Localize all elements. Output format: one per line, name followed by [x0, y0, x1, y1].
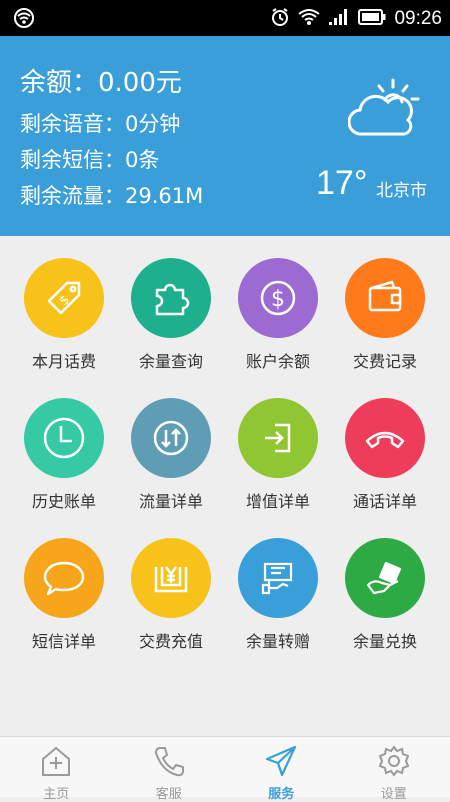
nav-customer-service-label: 客服 — [113, 783, 226, 802]
home-add-icon — [39, 762, 73, 781]
grid-item-call-detail[interactable]: 通话详单 — [332, 398, 438, 528]
grid-item-label: 交费充值 — [118, 628, 224, 652]
city-name: 北京市 — [376, 176, 427, 201]
grid-item-label: 短信详单 — [11, 628, 117, 652]
grid-item-payment-records[interactable]: 交费记录 — [332, 258, 438, 388]
grid-item-label: 流量详单 — [118, 488, 224, 512]
phone-icon — [345, 398, 425, 478]
send-icon — [264, 762, 298, 781]
alarm-icon — [270, 7, 290, 31]
nav-settings-label: 设置 — [338, 783, 450, 802]
battery-icon — [358, 8, 386, 30]
signal-icon — [328, 8, 350, 30]
grid-item-balance-query[interactable]: 余量查询 — [118, 258, 224, 388]
yuan-payment-icon — [131, 538, 211, 618]
wifi-signal-icon — [298, 8, 320, 30]
clock-time: 09:26 — [394, 8, 442, 30]
wifi-icon — [12, 8, 36, 32]
login-door-icon — [238, 398, 318, 478]
grid-item-label: 本月话费 — [11, 348, 117, 372]
dollar-icon: $ — [238, 258, 318, 338]
wallet-icon — [345, 258, 425, 338]
grid-item-monthly-bill[interactable]: $ 本月话费 — [11, 258, 117, 388]
grid-item-balance-gift[interactable]: 余量转赠 — [225, 538, 331, 668]
status-bar: 09:26 — [0, 0, 450, 36]
puzzle-icon — [131, 258, 211, 338]
grid-item-recharge[interactable]: 交费充值 — [118, 538, 224, 668]
data-transfer-icon — [131, 398, 211, 478]
grid-item-account-balance[interactable]: $ 账户余额 — [225, 258, 331, 388]
grid-item-bill-history[interactable]: 历史账单 — [11, 398, 117, 528]
grid-item-label: 通话详单 — [332, 488, 438, 512]
exchange-hand-icon — [345, 538, 425, 618]
svg-text:$: $ — [57, 292, 73, 308]
clock-icon — [24, 398, 104, 478]
nav-customer-service[interactable]: 客服 — [113, 737, 226, 797]
grid-item-sms-detail[interactable]: 短信详单 — [11, 538, 117, 668]
account-summary-header: 余额：0.00元 剩余语音：0分钟 剩余短信：0条 剩余流量：29.61M 17… — [0, 36, 450, 236]
nav-service-label: 服务 — [225, 783, 338, 802]
grid-item-label: 余量转赠 — [225, 628, 331, 652]
grid-item-label: 余量查询 — [118, 348, 224, 372]
bottom-navigation: 主页 客服 服务 — [0, 736, 450, 797]
grid-item-label: 账户余额 — [225, 348, 331, 372]
grid-item-value-added-detail[interactable]: 增值详单 — [225, 398, 331, 528]
temperature: 17° — [316, 164, 367, 203]
grid-item-label: 增值详单 — [225, 488, 331, 512]
grid-item-label: 余量兑换 — [332, 628, 438, 652]
partly-cloudy-icon — [348, 76, 424, 148]
price-tag-icon: $ — [24, 258, 104, 338]
message-bubble-icon — [24, 538, 104, 618]
header-wave-edge — [0, 222, 450, 242]
nav-service[interactable]: 服务 — [225, 737, 338, 797]
grid-item-label: 历史账单 — [11, 488, 117, 512]
remaining-voice-text: 剩余语音：0分钟 — [20, 108, 180, 138]
gear-icon — [377, 762, 411, 781]
balance-text: 余额：0.00元 — [20, 62, 182, 99]
nav-home-label: 主页 — [0, 783, 113, 802]
grid-item-data-detail[interactable]: 流量详单 — [118, 398, 224, 528]
remaining-sms-text: 剩余短信：0条 — [20, 144, 159, 174]
svg-text:$: $ — [271, 287, 285, 312]
grid-item-balance-exchange[interactable]: 余量兑换 — [332, 538, 438, 668]
grid-item-label: 交费记录 — [332, 348, 438, 372]
gift-transfer-icon — [238, 538, 318, 618]
nav-home[interactable]: 主页 — [0, 737, 113, 797]
nav-settings[interactable]: 设置 — [338, 737, 450, 797]
phone-icon — [152, 762, 186, 781]
remaining-data-text: 剩余流量：29.61M — [20, 180, 203, 210]
